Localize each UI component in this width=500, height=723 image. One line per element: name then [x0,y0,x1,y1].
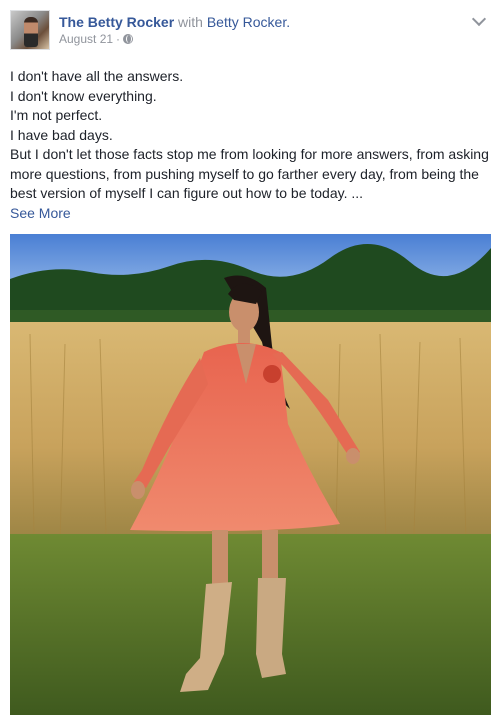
globe-icon[interactable] [123,34,134,44]
photo-illustration [10,234,491,715]
post-line: I have bad days. [10,126,113,143]
post-line: I don't have all the answers. [10,68,184,84]
post-sub-line: August 21 · [59,32,290,46]
tagged-person-link[interactable]: Betty Rocker. [207,14,290,30]
author-line: The Betty Rocker with Betty Rocker. [59,13,290,31]
page-avatar[interactable] [10,10,50,50]
facebook-post: The Betty Rocker with Betty Rocker. Augu… [0,0,500,723]
post-line: But I don't let those facts stop me from… [10,146,489,201]
see-more-link[interactable]: See More [10,204,71,224]
post-date-link[interactable]: August 21 [59,32,113,46]
post-line: I don't know everything. [10,87,157,104]
post-photo[interactable] [10,234,491,715]
with-text: with [178,14,203,30]
separator-dot: · [116,32,121,46]
chevron-down-icon[interactable] [471,11,487,27]
post-text: I don't have all the answers. I don't kn… [10,67,490,223]
avatar-photo [24,17,38,47]
page-name-link[interactable]: The Betty Rocker [59,14,174,30]
post-meta: The Betty Rocker with Betty Rocker. Augu… [59,13,290,46]
grass [10,534,491,715]
post-line: I'm not perfect. [10,107,103,123]
post-header: The Betty Rocker with Betty Rocker. Augu… [10,10,490,54]
